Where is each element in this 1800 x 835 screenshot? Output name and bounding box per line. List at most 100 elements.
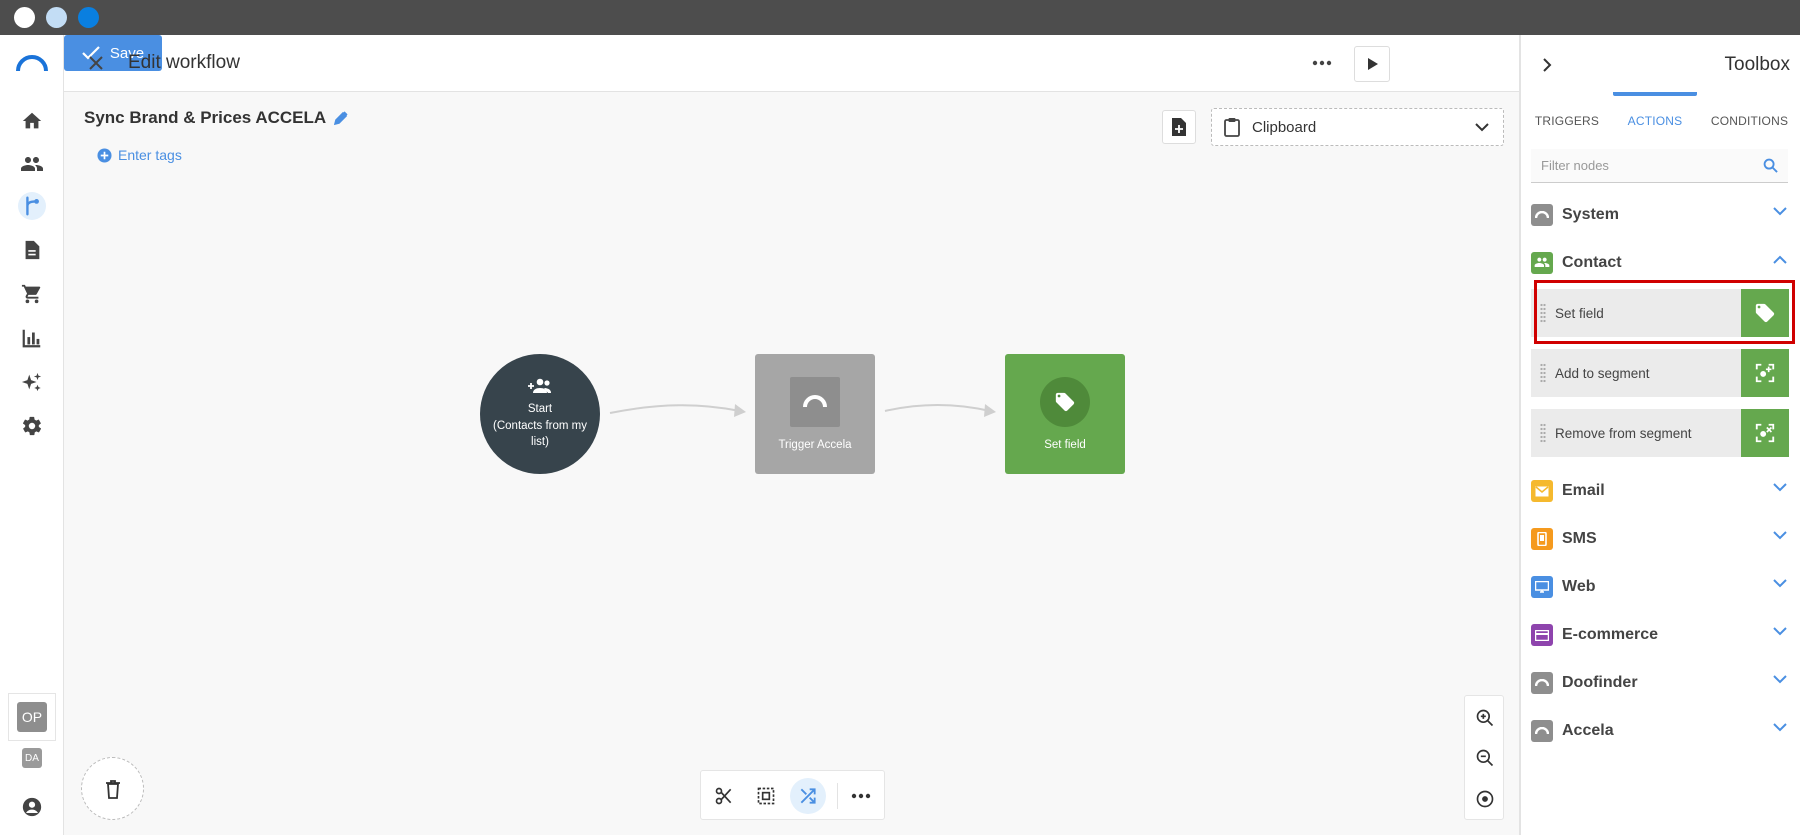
add-circle-icon	[97, 147, 112, 163]
filter-nodes-input[interactable]: Filter nodes	[1531, 149, 1788, 183]
more-options-icon[interactable]	[1308, 51, 1336, 75]
email-icon	[1531, 480, 1553, 502]
tab-triggers[interactable]: TRIGGERS	[1521, 92, 1613, 149]
phone-icon	[1531, 528, 1553, 550]
category-web[interactable]: Web	[1531, 572, 1793, 602]
gear-icon[interactable]	[18, 412, 46, 440]
set-field-node-label: Set field	[1044, 439, 1086, 451]
clipboard-dropdown[interactable]: Clipboard	[1211, 108, 1504, 146]
zoom-in-icon[interactable]	[1465, 698, 1505, 738]
user-profile-icon[interactable]	[18, 793, 46, 821]
document-icon[interactable]	[18, 236, 46, 264]
chevron-down-icon	[1773, 579, 1787, 588]
chevron-up-icon	[1773, 255, 1787, 264]
system-icon	[1531, 204, 1553, 226]
segment-remove-icon	[1741, 409, 1789, 457]
enter-tags-label: Enter tags	[118, 147, 182, 163]
trigger-accela-node[interactable]: Trigger Accela	[755, 354, 875, 474]
drag-handle-icon[interactable]	[1540, 423, 1546, 443]
run-button[interactable]	[1354, 46, 1390, 82]
workflow-name-text: Sync Brand & Prices ACCELA	[84, 108, 327, 127]
contact-icon	[1531, 252, 1553, 274]
clipboard-label: Clipboard	[1252, 118, 1317, 136]
add-group-icon	[528, 378, 551, 393]
category-ecommerce[interactable]: E-commerce	[1531, 620, 1793, 650]
tab-conditions[interactable]: CONDITIONS	[1697, 92, 1800, 149]
avatar-op[interactable]: OP	[17, 702, 47, 732]
doofinder-icon	[1531, 672, 1553, 694]
highlight-box	[1534, 280, 1795, 344]
tag-icon	[1040, 377, 1090, 427]
set-field-node[interactable]: Set field	[1005, 354, 1125, 474]
category-system[interactable]: System	[1531, 200, 1793, 230]
monitor-icon	[1531, 576, 1553, 598]
chevron-down-icon	[1773, 207, 1787, 216]
shuffle-icon[interactable]	[790, 778, 826, 814]
chevron-down-icon	[1773, 627, 1787, 636]
chart-icon[interactable]	[18, 324, 46, 352]
cart-icon[interactable]	[18, 280, 46, 308]
category-system-label: System	[1562, 206, 1619, 223]
more-tools-icon[interactable]	[843, 778, 879, 814]
editor-header: Edit workflow Save	[64, 35, 1519, 92]
trigger-node-label: Trigger Accela	[778, 439, 852, 451]
start-node[interactable]: Start (Contacts from my list)	[480, 354, 600, 474]
action-add-to-segment[interactable]: Add to segment	[1531, 349, 1789, 397]
category-email[interactable]: Email	[1531, 476, 1793, 506]
filter-placeholder: Filter nodes	[1541, 158, 1609, 173]
drag-handle-icon[interactable]	[1540, 363, 1546, 383]
select-all-icon[interactable]	[748, 778, 784, 814]
delete-dropzone[interactable]	[81, 757, 144, 820]
category-accela-label: Accela	[1562, 722, 1614, 739]
recenter-icon[interactable]	[1465, 779, 1505, 819]
workflow-name: Sync Brand & Prices ACCELA	[84, 108, 348, 128]
category-doofinder[interactable]: Doofinder	[1531, 668, 1793, 698]
category-email-label: Email	[1562, 482, 1605, 499]
new-note-button[interactable]	[1162, 110, 1196, 144]
contacts-icon[interactable]	[18, 150, 46, 178]
enter-tags-link[interactable]: Enter tags	[97, 147, 182, 163]
category-ecommerce-label: E-commerce	[1562, 626, 1659, 643]
window-maximize-dot[interactable]	[78, 7, 99, 28]
app-logo-icon[interactable]	[16, 55, 48, 73]
segment-add-icon	[1741, 349, 1789, 397]
window-titlebar	[0, 0, 1800, 35]
category-doofinder-label: Doofinder	[1562, 674, 1638, 691]
action-remove-from-segment-label: Remove from segment	[1555, 425, 1692, 441]
category-accela[interactable]: Accela	[1531, 716, 1793, 746]
category-sms-label: SMS	[1562, 530, 1597, 547]
search-icon	[1763, 158, 1778, 173]
toolbox-title: Toolbox	[1724, 54, 1791, 75]
left-sidebar: OP DA	[0, 35, 64, 835]
category-web-label: Web	[1562, 578, 1596, 595]
toolbar-divider	[837, 783, 838, 809]
chevron-down-icon	[1773, 531, 1787, 540]
chevron-down-icon	[1773, 483, 1787, 492]
zoom-out-icon[interactable]	[1465, 738, 1505, 778]
zoom-controls	[1464, 695, 1504, 820]
trash-icon	[105, 779, 120, 799]
tab-actions[interactable]: ACTIONS	[1613, 92, 1697, 149]
page-title: Edit workflow	[128, 52, 240, 73]
category-contact-label: Contact	[1562, 254, 1622, 271]
window-minimize-dot[interactable]	[46, 7, 67, 28]
scissors-icon[interactable]	[706, 778, 742, 814]
chevron-down-icon	[1773, 675, 1787, 684]
sparkle-icon[interactable]	[18, 368, 46, 396]
play-icon	[1368, 58, 1378, 70]
home-icon[interactable]	[18, 107, 46, 135]
note-add-icon	[1172, 118, 1186, 136]
account-da[interactable]: DA	[8, 734, 56, 782]
edit-name-icon[interactable]	[334, 111, 348, 125]
close-icon[interactable]	[84, 51, 108, 75]
chevron-right-icon[interactable]	[1535, 53, 1559, 77]
category-contact[interactable]: Contact	[1531, 248, 1793, 278]
chevron-down-icon	[1773, 723, 1787, 732]
accela-logo-icon	[790, 377, 840, 427]
start-node-label: Start	[527, 402, 553, 415]
window-close-dot[interactable]	[14, 7, 35, 28]
avatar-da[interactable]: DA	[22, 748, 42, 768]
workflow-icon[interactable]	[18, 192, 46, 220]
category-sms[interactable]: SMS	[1531, 524, 1793, 554]
action-remove-from-segment[interactable]: Remove from segment	[1531, 409, 1789, 457]
